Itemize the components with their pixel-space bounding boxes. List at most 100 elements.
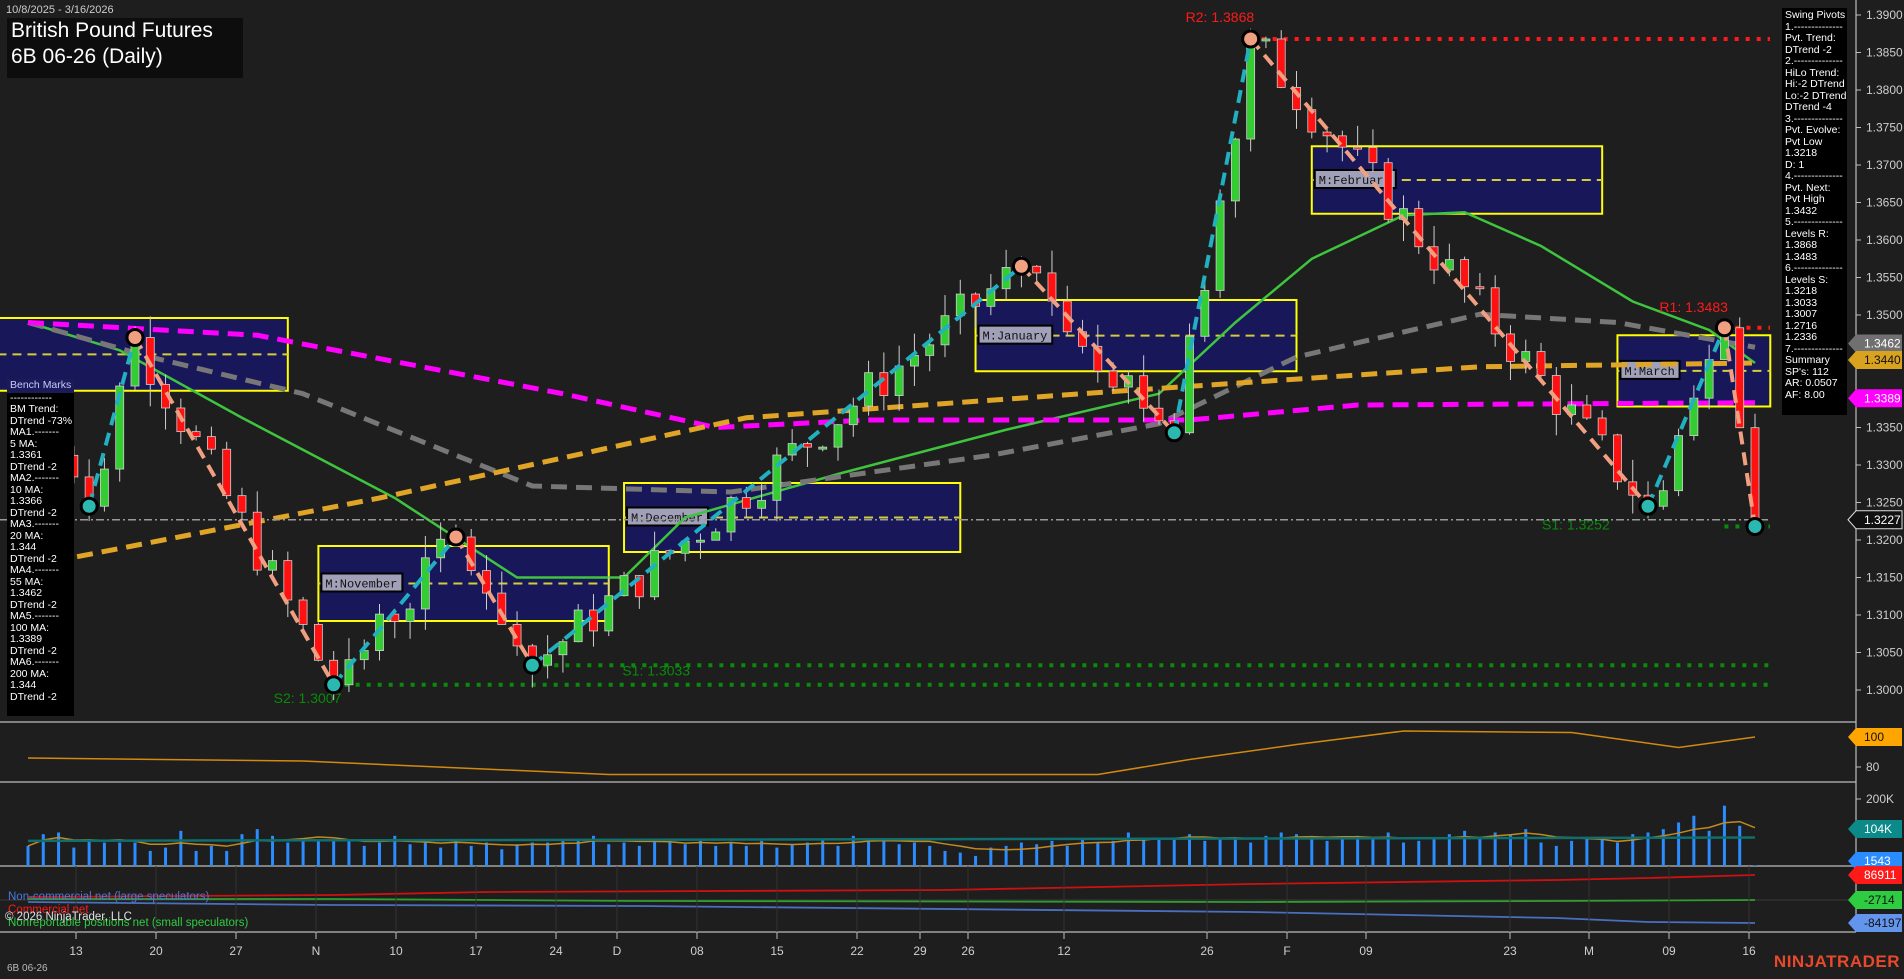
candle xyxy=(742,498,750,509)
price-tag: 1.3462 xyxy=(1864,337,1901,351)
swing-high-marker xyxy=(448,529,464,545)
price-tick-label: 1.3850 xyxy=(1866,46,1903,60)
candle xyxy=(1033,266,1041,273)
price-tick-label: 1.3100 xyxy=(1866,608,1903,622)
level-label: S1: 1.3033 xyxy=(622,662,690,678)
panel-line: AR: 0.0507 xyxy=(1785,378,1844,390)
panel-line: 1.3218 xyxy=(1785,148,1844,160)
panel-line: Pvt. Evolve: xyxy=(1785,125,1844,137)
monthly-label: M:March xyxy=(1624,365,1674,379)
candle xyxy=(1231,139,1239,201)
candle xyxy=(559,642,567,655)
monthly-label: M:February xyxy=(1319,174,1391,188)
copyright: © 2026 NinjaTrader, LLC xyxy=(5,911,132,923)
price-tick-label: 1.3600 xyxy=(1866,233,1903,247)
candle xyxy=(1537,352,1545,376)
panel-line: 1.3868 xyxy=(1785,240,1844,252)
panel-line: MA2.------- xyxy=(10,473,71,485)
bench-marks-heading: Bench Marks xyxy=(7,379,74,393)
time-tick-label: 09 xyxy=(1662,944,1676,958)
time-tick-label: 26 xyxy=(961,944,975,958)
level-label: R1: 1.3483 xyxy=(1659,299,1728,315)
candle xyxy=(696,540,704,542)
candle xyxy=(299,600,307,624)
date-range: 10/8/2025 - 3/16/2026 xyxy=(6,4,114,16)
panel-line: AF: 8.00 xyxy=(1785,390,1844,402)
candle xyxy=(758,500,766,508)
time-tick-label: 12 xyxy=(1057,944,1071,958)
volume-last-tag: 1543 xyxy=(1864,854,1891,868)
time-tick-label: 08 xyxy=(690,944,704,958)
panel-line: MA5.------- xyxy=(10,611,71,623)
panel-line: MA6.------- xyxy=(10,657,71,669)
chart-subtitle: 6B 06-26 (Daily) xyxy=(7,44,243,70)
time-tick-label: 16 xyxy=(1742,944,1756,958)
price-tick-label: 1.3050 xyxy=(1866,646,1903,660)
price-tick-label: 1.3900 xyxy=(1866,8,1903,22)
candle xyxy=(589,610,597,631)
swing-high-marker xyxy=(127,330,143,346)
time-tick-label: 09 xyxy=(1359,944,1373,958)
candle xyxy=(1354,147,1362,149)
price-tag: 1.3227 xyxy=(1864,513,1901,527)
time-tick-label: 27 xyxy=(229,944,243,958)
swing-down-line xyxy=(1251,39,1648,506)
candle xyxy=(1140,376,1148,408)
candle xyxy=(865,373,873,406)
panel-line: 2.-------------- xyxy=(1785,56,1844,68)
time-tick-label: M xyxy=(1584,944,1594,958)
osc-tick-label: 80 xyxy=(1866,760,1880,774)
time-tick-label: 13 xyxy=(69,944,83,958)
candle xyxy=(712,532,720,540)
monthly-label: M:January xyxy=(983,330,1048,344)
panel-line: 5.-------------- xyxy=(1785,217,1844,229)
time-tick-label: 23 xyxy=(1503,944,1517,958)
candle xyxy=(238,496,246,513)
price-tag: 1.3389 xyxy=(1864,391,1901,405)
candle xyxy=(1109,371,1117,387)
monthly-label: M:November xyxy=(325,578,397,592)
swing-up-line xyxy=(532,266,1021,665)
candle xyxy=(1186,336,1194,432)
candle xyxy=(803,444,811,448)
panel-line: MA1.------- xyxy=(10,427,71,439)
price-tick-label: 1.3300 xyxy=(1866,458,1903,472)
candle xyxy=(1384,163,1392,220)
price-tick-label: 1.3650 xyxy=(1866,196,1903,210)
price-tag: 1.3440 xyxy=(1864,353,1901,367)
price-tick-label: 1.3700 xyxy=(1866,158,1903,172)
swing-low-marker xyxy=(326,677,342,693)
oscillator-line xyxy=(28,731,1755,775)
candle xyxy=(574,610,582,642)
time-tick-label: 26 xyxy=(1200,944,1214,958)
candle xyxy=(100,469,108,506)
candle xyxy=(1323,132,1331,136)
candle xyxy=(253,512,261,570)
vol-tick-label: 200K xyxy=(1866,792,1894,806)
panel-line: Hi:-2 DTrend xyxy=(1785,79,1844,91)
monthly-label: M:December xyxy=(631,512,703,526)
time-tick-label: N xyxy=(312,944,321,958)
swing-pivots-panel: Swing Pivots1.--------------Pvt. Trend:D… xyxy=(1782,8,1847,415)
cot-tag: -2714 xyxy=(1864,893,1895,907)
panel-line: 1.3007 xyxy=(1785,309,1844,321)
time-tick-label: 22 xyxy=(850,944,864,958)
panel-line: 1.344 xyxy=(10,542,71,554)
panel-line: BM Trend: xyxy=(10,404,71,416)
swing-low-marker xyxy=(524,657,540,673)
swing-high-marker xyxy=(1243,31,1259,47)
cot-tag: -84197 xyxy=(1864,916,1902,930)
candle xyxy=(849,406,857,425)
swing-low-marker xyxy=(1166,425,1182,441)
price-chart[interactable]: M:November M:December M:January M:February M… xyxy=(0,0,1904,979)
swing-low-marker xyxy=(1747,519,1763,535)
candle xyxy=(819,447,827,449)
level-label: R2: 1.3868 xyxy=(1186,9,1255,25)
time-tick-label: 15 xyxy=(770,944,784,958)
panel-line: DTrend -2 xyxy=(10,692,71,704)
candle xyxy=(544,655,552,666)
price-tick-label: 1.3500 xyxy=(1866,308,1903,322)
panel-line: Pvt. Trend: xyxy=(1785,33,1844,45)
swing-high-marker xyxy=(1716,320,1732,336)
candle xyxy=(223,449,231,495)
